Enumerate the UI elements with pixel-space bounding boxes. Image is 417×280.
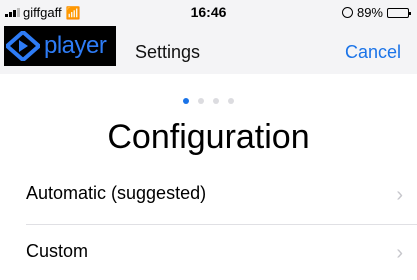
carrier-label: giffgaff [23,5,62,20]
page-dot[interactable] [228,98,234,104]
divider [26,224,417,225]
page-dot[interactable] [198,98,204,104]
option-automatic[interactable]: Automatic (suggested) › [0,170,417,222]
logo-mark-icon [6,31,40,61]
wifi-icon: 📶 [65,5,81,20]
orientation-lock-icon [341,7,353,18]
logo-text: player [44,32,107,59]
nav-bar: player Settings Cancel [0,26,417,74]
option-label: Automatic (suggested) [26,183,207,203]
battery-percent: 89% [356,5,383,20]
chevron-right-icon: › [396,184,403,206]
cancel-button[interactable]: Cancel [345,42,401,63]
option-label: Custom [26,241,89,261]
signal-icon [5,8,20,17]
status-right: 89% [341,5,411,20]
app-logo: player [4,26,116,66]
chevron-right-icon: › [396,242,403,264]
battery-icon [387,7,411,18]
status-left: giffgaff 📶 [5,5,81,20]
page-dot[interactable] [183,98,189,104]
page-dot[interactable] [213,98,219,104]
option-custom[interactable]: Custom › [0,228,417,280]
section-heading: Configuration [107,118,310,156]
page-title: Settings [135,42,201,62]
page-indicator[interactable] [0,98,417,104]
